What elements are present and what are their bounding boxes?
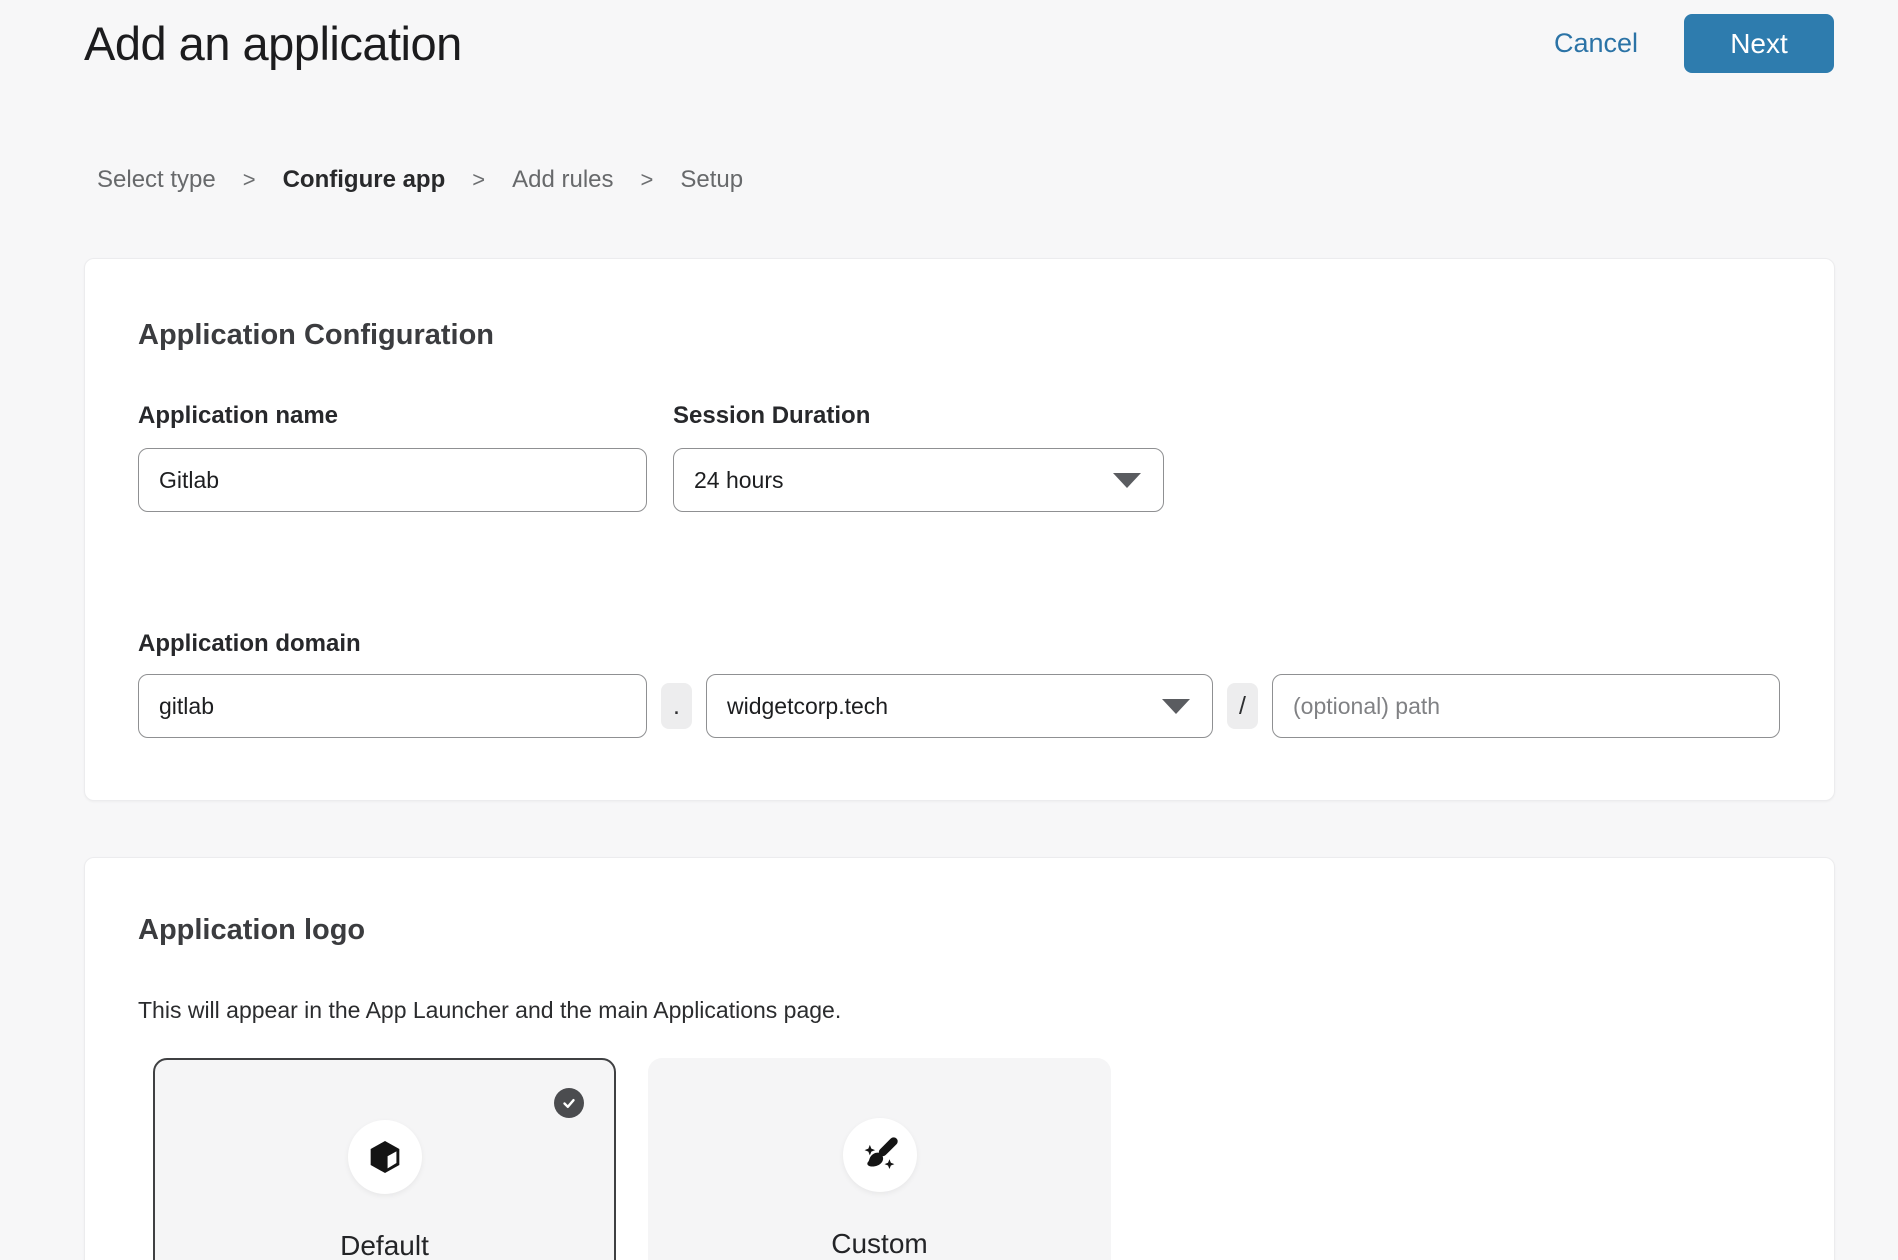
session-duration-value: 24 hours <box>694 467 784 494</box>
application-configuration-heading: Application Configuration <box>138 319 1781 352</box>
custom-logo-circle <box>843 1118 917 1192</box>
cancel-button[interactable]: Cancel <box>1554 28 1638 59</box>
logo-option-default[interactable]: Default <box>153 1058 616 1260</box>
logo-option-label: Custom <box>648 1228 1111 1260</box>
application-name-input[interactable] <box>138 448 647 512</box>
session-duration-select[interactable]: 24 hours <box>673 448 1164 512</box>
breadcrumb-step-select-type[interactable]: Select type <box>97 166 216 194</box>
header-actions: Cancel Next <box>1554 14 1834 73</box>
name-session-row: Application name Session Duration 24 hou… <box>138 402 1781 512</box>
application-logo-description: This will appear in the App Launcher and… <box>138 997 1781 1024</box>
default-logo-circle <box>348 1120 422 1194</box>
dot-separator: . <box>661 683 692 729</box>
slash-separator: / <box>1227 683 1258 729</box>
breadcrumb-step-add-rules[interactable]: Add rules <box>512 166 613 194</box>
chevron-down-icon <box>1113 473 1141 488</box>
logo-option-tiles: Default Custom <box>153 1058 1781 1260</box>
page-header: Add an application Cancel Next <box>0 0 1898 73</box>
logo-option-label: Default <box>155 1230 614 1260</box>
subdomain-input[interactable] <box>138 674 647 738</box>
path-input[interactable] <box>1272 674 1780 738</box>
session-duration-field-group: Session Duration 24 hours <box>673 402 1164 512</box>
application-name-field-group: Application name <box>138 402 647 512</box>
application-logo-card: Application logo This will appear in the… <box>84 857 1835 1260</box>
next-button[interactable]: Next <box>1684 14 1834 73</box>
chevron-down-icon <box>1162 699 1190 714</box>
domain-select[interactable]: widgetcorp.tech <box>706 674 1213 738</box>
breadcrumb: Select type > Configure app > Add rules … <box>97 166 1898 194</box>
application-domain-row: . widgetcorp.tech / <box>138 674 1781 738</box>
selected-check-badge <box>554 1088 584 1118</box>
cube-icon <box>365 1137 405 1177</box>
application-name-label: Application name <box>138 402 647 430</box>
logo-option-custom[interactable]: Custom <box>648 1058 1111 1260</box>
breadcrumb-separator: > <box>243 167 256 193</box>
session-duration-label: Session Duration <box>673 402 1164 430</box>
add-application-page: Add an application Cancel Next Select ty… <box>0 0 1898 1260</box>
application-configuration-card: Application Configuration Application na… <box>84 258 1835 801</box>
domain-select-value: widgetcorp.tech <box>727 693 888 720</box>
paintbrush-icon <box>859 1134 901 1176</box>
breadcrumb-step-configure-app[interactable]: Configure app <box>283 166 446 194</box>
breadcrumb-separator: > <box>472 167 485 193</box>
application-domain-label: Application domain <box>138 630 1781 658</box>
application-logo-heading: Application logo <box>138 914 1781 947</box>
breadcrumb-step-setup[interactable]: Setup <box>680 166 743 194</box>
breadcrumb-separator: > <box>641 167 654 193</box>
checkmark-icon <box>559 1093 579 1113</box>
page-title: Add an application <box>84 16 462 71</box>
